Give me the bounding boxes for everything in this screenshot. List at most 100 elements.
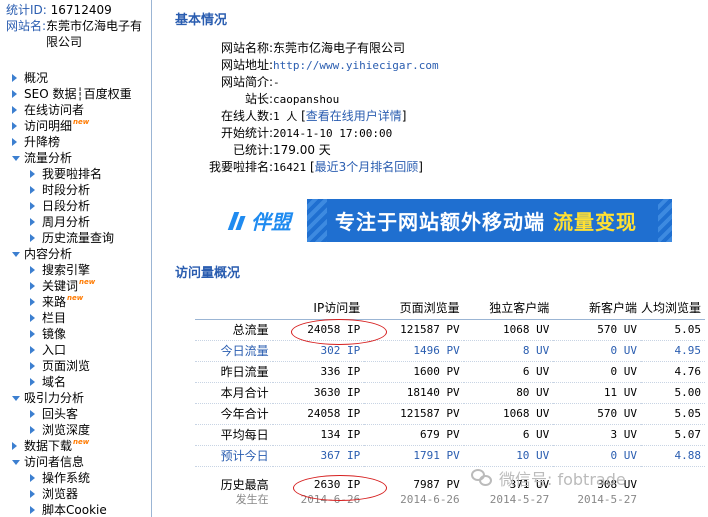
- nav-item[interactable]: 脚本Cookie: [0, 502, 151, 517]
- basic-info-title: 基本情况: [175, 13, 228, 28]
- nav-item[interactable]: 周月分析: [0, 214, 151, 230]
- info-key: 已统计:: [232, 143, 273, 157]
- nav-item[interactable]: 镜像: [0, 326, 151, 342]
- info-detail-link[interactable]: 最近3个月排名回顾: [315, 160, 419, 174]
- chevron-right-icon: [30, 234, 35, 242]
- table-cell: 121587 PV: [364, 403, 464, 425]
- sidebar: 统计ID: 16712409 网站名: 东莞市亿海电子有限公司 概况 SEO 数据┆…: [0, 0, 152, 517]
- sidebar-nav: 概况 SEO 数据┆百度权重 在线访问者 访问明细new 升降榜 流量分析 我要啦排名 时段分…: [0, 70, 151, 517]
- nav-item-label: 周月分析: [42, 215, 91, 229]
- nav-item[interactable]: 时段分析: [0, 182, 151, 198]
- gap-cell: [195, 466, 273, 476]
- chevron-right-icon: [30, 186, 35, 194]
- row-label: 历史最高: [220, 478, 269, 492]
- chevron-right-icon: [30, 346, 35, 354]
- table-row: 平均每日 134 IP 679 PV 6 UV 3 UV 5.07: [195, 424, 705, 446]
- nav-item[interactable]: 日段分析: [0, 198, 151, 214]
- table-cell: 5.05: [640, 403, 705, 425]
- nav-item[interactable]: 浏览深度: [0, 422, 151, 438]
- history-peak-row: 历史最高 2630 IP 7987 PV 371 UV 308 UV: [195, 476, 705, 493]
- ad-banner[interactable]: 伴盟 专注于网站额外移动端 流量变现: [219, 199, 672, 242]
- bracket-open: [: [306, 160, 315, 174]
- chevron-right-icon: [30, 218, 35, 226]
- info-row: 已统计: 179.00 天: [153, 142, 693, 159]
- table-row: 本月合计 3630 IP 18140 PV 80 UV 11 UV 5.00: [195, 382, 705, 404]
- highlight-circle-peak-ip: [293, 475, 387, 501]
- nav-item-label: 栏目: [42, 311, 67, 325]
- chevron-right-icon: [30, 410, 35, 418]
- bracket-open: [: [297, 109, 306, 123]
- table-cell: 1791 PV: [364, 445, 464, 467]
- site-url-link[interactable]: http://www.yihiecigar.com: [273, 59, 439, 72]
- nav-item[interactable]: 访问者信息: [0, 454, 151, 470]
- info-row: 网站地址: http://www.yihiecigar.com: [153, 57, 693, 74]
- nav-item[interactable]: 数据下载new: [0, 438, 151, 454]
- nav-item-label: SEO 数据┆百度权重: [24, 87, 132, 101]
- nav-item[interactable]: 内容分析: [0, 246, 151, 262]
- nav-item[interactable]: 页面浏览: [0, 358, 151, 374]
- nav-item-label: 来路: [42, 295, 67, 309]
- watermark-text: 微信号: fobtrade: [499, 470, 626, 489]
- nav-item[interactable]: 流量分析: [0, 150, 151, 166]
- table-cell: 5.05: [640, 319, 705, 341]
- nav-item[interactable]: 历史流量查询: [0, 230, 151, 246]
- chevron-down-icon: [12, 460, 20, 465]
- new-badge: new: [73, 438, 90, 446]
- table-cell: 0 UV: [553, 340, 641, 362]
- banner-logo-text: 伴盟: [251, 210, 291, 234]
- nav-item[interactable]: 操作系统: [0, 470, 151, 486]
- table-cell: 367 IP: [272, 445, 365, 467]
- column-header: 人均浏览量: [640, 297, 705, 320]
- nav-item[interactable]: 浏览器: [0, 486, 151, 502]
- chevron-right-icon: [30, 170, 35, 178]
- column-header: [195, 297, 273, 320]
- nav-item[interactable]: 概况: [0, 70, 151, 86]
- table-row: 今年合计 24058 IP 121587 PV 1068 UV 570 UV 5.05: [195, 403, 705, 425]
- nav-item[interactable]: SEO 数据┆百度权重: [0, 86, 151, 102]
- table-cell: 2014-5-27: [489, 492, 550, 506]
- bracket-close: ]: [401, 109, 407, 123]
- row-label: 平均每日: [195, 424, 273, 446]
- nav-item-label: 页面浏览: [42, 359, 91, 373]
- info-key: 网站名称:: [220, 41, 273, 55]
- nav-item[interactable]: 回头客: [0, 406, 151, 422]
- info-row: 站长: caopanshou: [153, 91, 693, 108]
- new-badge: new: [79, 278, 96, 286]
- banner-stripes: [307, 199, 327, 242]
- nav-item[interactable]: 在线访问者: [0, 102, 151, 118]
- info-key: 网站地址:: [220, 58, 273, 72]
- column-header: 独立客户端: [463, 297, 554, 320]
- table-cell: 10 UV: [463, 445, 554, 467]
- chevron-right-icon: [30, 378, 35, 386]
- traffic-table: IP访问量 页面浏览量 独立客户端 新客户端 人均浏览量 总流量 24058 IP 1215…: [195, 297, 705, 506]
- table-cell: 1068 UV: [463, 403, 554, 425]
- nav-item[interactable]: 升降榜: [0, 134, 151, 150]
- info-row: 开始统计: 2014-1-10 17:00:00: [153, 125, 693, 142]
- column-header: IP访问量: [272, 297, 365, 320]
- nav-item[interactable]: 吸引力分析: [0, 390, 151, 406]
- nav-item-label: 流量分析: [24, 151, 73, 165]
- nav-item[interactable]: 关键词new: [0, 278, 151, 294]
- site-id-label: 统计ID:: [6, 3, 47, 17]
- info-detail-link[interactable]: 查看在线用户详情: [306, 109, 402, 123]
- nav-item[interactable]: 入口: [0, 342, 151, 358]
- nav-item[interactable]: 访问明细new: [0, 118, 151, 134]
- info-value: 1 人: [273, 110, 298, 123]
- nav-item[interactable]: 来路new: [0, 294, 151, 310]
- chevron-right-icon: [12, 106, 17, 114]
- nav-item-label: 数据下载: [24, 439, 73, 453]
- nav-item[interactable]: 搜索引擎: [0, 262, 151, 278]
- nav-item[interactable]: 域名: [0, 374, 151, 390]
- banner-slogan: 专注于网站额外移动端 流量变现: [335, 206, 637, 235]
- info-row: 网站名称: 东莞市亿海电子有限公司: [153, 40, 693, 57]
- table-cell: 336 IP: [272, 361, 365, 383]
- nav-item[interactable]: 栏目: [0, 310, 151, 326]
- info-value-group: 1 人 [查看在线用户详情]: [273, 108, 406, 125]
- nav-item[interactable]: 我要啦排名: [0, 166, 151, 182]
- info-value-group: http://www.yihiecigar.com: [273, 57, 439, 74]
- table-cell: 3630 IP: [272, 382, 365, 404]
- row-label: 今年合计: [195, 403, 273, 425]
- wechat-icon: [471, 469, 493, 487]
- nav-item-label: 镜像: [42, 327, 67, 341]
- info-key: 我要啦排名:: [208, 160, 273, 174]
